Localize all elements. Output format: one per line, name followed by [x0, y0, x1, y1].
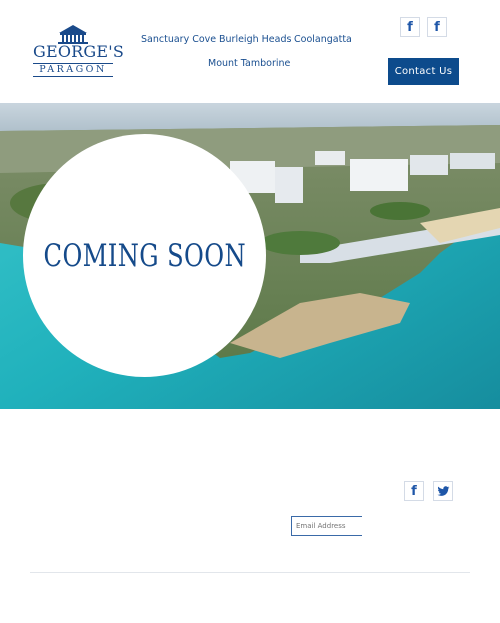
nav-link-sanctuary-cove[interactable]: Sanctuary Cove: [141, 34, 216, 45]
brand-subname: PARAGON: [33, 63, 113, 77]
site-header: GEORGE'S PARAGON Sanctuary Cove Burleigh…: [0, 0, 500, 103]
building-icon: [58, 25, 88, 44]
brand-name: GEORGE'S: [33, 42, 125, 61]
hero-banner: COMING SOON: [0, 103, 500, 409]
email-field[interactable]: [291, 516, 362, 536]
coming-soon-badge: COMING SOON: [23, 134, 266, 377]
nav-link-burleigh-heads[interactable]: Burleigh Heads: [219, 34, 291, 45]
contact-us-button[interactable]: Contact Us: [388, 58, 459, 85]
nav-link-coolangatta[interactable]: Coolangatta: [294, 34, 352, 45]
facebook-icon[interactable]: f: [400, 17, 420, 37]
footer-divider: [30, 572, 470, 573]
coming-soon-heading: COMING SOON: [43, 237, 246, 274]
twitter-icon[interactable]: [433, 481, 453, 501]
facebook-icon[interactable]: f: [427, 17, 447, 37]
twitter-bird-icon: [437, 485, 449, 496]
nav-link-mount-tamborine[interactable]: Mount Tamborine: [208, 58, 290, 69]
facebook-icon[interactable]: f: [404, 481, 424, 501]
brand-logo[interactable]: GEORGE'S PARAGON: [33, 24, 125, 80]
